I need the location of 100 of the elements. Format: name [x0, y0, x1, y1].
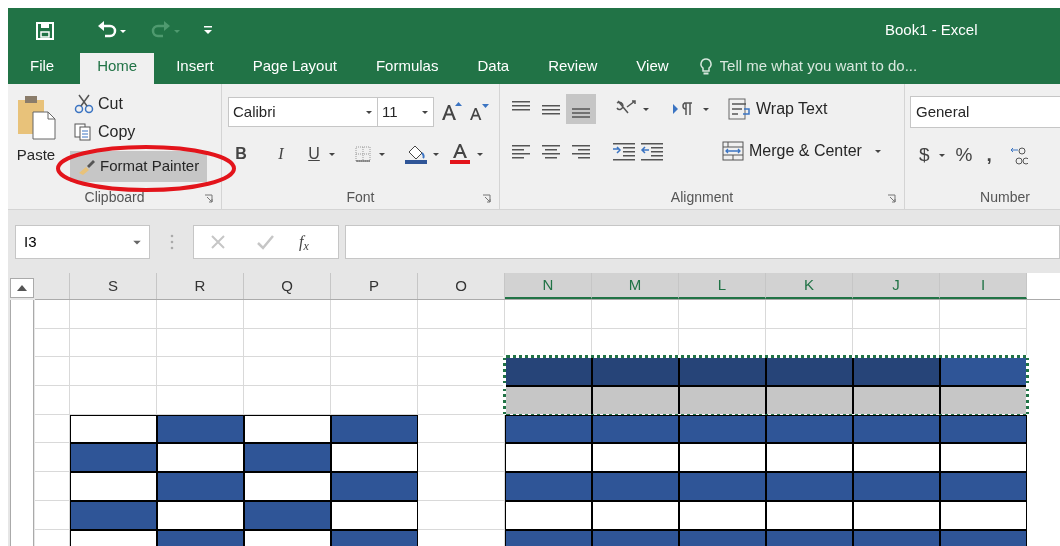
grid-cell[interactable]	[157, 300, 244, 329]
grid-cell[interactable]	[35, 357, 70, 387]
filled-cell[interactable]	[244, 443, 331, 473]
paste-button[interactable]: Paste	[16, 94, 56, 167]
tell-me-field[interactable]: Tell me what you want to do...	[719, 55, 980, 78]
grid-cell[interactable]	[244, 357, 331, 387]
filled-cell[interactable]	[592, 500, 679, 530]
underline-button[interactable]: U	[304, 142, 324, 166]
grid-cell[interactable]	[418, 300, 505, 329]
check-icon[interactable]	[256, 234, 274, 250]
filled-cell[interactable]	[244, 500, 331, 530]
insert-function-button[interactable]: f$_{x}$	[299, 230, 309, 254]
grid-cell[interactable]	[35, 328, 70, 358]
grid-cell[interactable]	[853, 300, 940, 329]
filled-cell[interactable]	[853, 414, 940, 444]
copy-button[interactable]: Copy	[74, 120, 136, 144]
filled-cell[interactable]	[157, 414, 244, 444]
ribbon-tab[interactable]: Insert	[176, 53, 214, 84]
filled-cell[interactable]	[766, 414, 853, 444]
grid-cell[interactable]	[70, 357, 157, 387]
filled-cell[interactable]	[940, 500, 1027, 530]
filled-cell[interactable]	[679, 386, 766, 415]
filled-cell[interactable]	[853, 386, 940, 415]
column-header[interactable]: L	[679, 273, 766, 299]
increase-decimal-icon[interactable]	[1009, 144, 1028, 167]
column-header[interactable]: S	[70, 273, 157, 299]
font-size-dropdown[interactable]: 11	[378, 97, 434, 127]
column-header[interactable]: K	[766, 273, 853, 299]
dialog-launcher-icon[interactable]	[204, 194, 213, 203]
wrap-text-button[interactable]: Wrap Text	[728, 97, 828, 121]
caret-icon[interactable]	[432, 150, 440, 158]
grid-cell[interactable]	[70, 328, 157, 358]
comma-button[interactable]: ,	[986, 141, 992, 170]
increase-font-size-icon[interactable]	[440, 101, 464, 123]
filled-cell[interactable]	[679, 443, 766, 473]
filled-cell[interactable]	[679, 472, 766, 501]
increase-indent-icon[interactable]	[612, 141, 636, 161]
dialog-launcher-icon[interactable]	[887, 194, 896, 203]
filled-cell[interactable]	[244, 472, 331, 501]
filled-cell[interactable]	[157, 472, 244, 501]
filled-cell[interactable]	[70, 500, 157, 530]
grid-cell[interactable]	[679, 300, 766, 329]
caret-icon[interactable]	[702, 105, 710, 113]
filled-cell[interactable]	[70, 472, 157, 501]
ribbon-tab[interactable]: Review	[548, 53, 598, 84]
align-bottom-button[interactable]	[566, 94, 596, 124]
filled-cell[interactable]	[505, 386, 592, 415]
filled-cell[interactable]	[505, 500, 592, 530]
filled-cell[interactable]	[331, 500, 418, 530]
filled-cell[interactable]	[853, 357, 940, 387]
grid-cell[interactable]	[157, 357, 244, 387]
grid-cell[interactable]	[418, 328, 505, 358]
cut-button[interactable]: Cut	[74, 92, 123, 116]
filled-cell[interactable]	[70, 414, 157, 444]
grid-cell[interactable]	[35, 386, 70, 415]
filled-cell[interactable]	[331, 472, 418, 501]
filled-cell[interactable]	[157, 443, 244, 473]
filled-cell[interactable]	[940, 386, 1027, 415]
grid-cell[interactable]	[157, 386, 244, 415]
filled-cell[interactable]	[331, 414, 418, 444]
filled-cell[interactable]	[70, 443, 157, 473]
filled-cell[interactable]	[766, 500, 853, 530]
merge-center-button[interactable]: Merge & Center	[722, 139, 862, 163]
grid-cell[interactable]	[766, 300, 853, 329]
filled-cell[interactable]	[592, 357, 679, 387]
save-icon[interactable]	[34, 20, 56, 40]
filled-cell[interactable]	[679, 414, 766, 444]
grid-cell[interactable]	[35, 300, 70, 329]
filled-cell[interactable]	[592, 414, 679, 444]
grid-cell[interactable]	[244, 386, 331, 415]
grid-cell[interactable]	[244, 328, 331, 358]
grid-cell[interactable]	[331, 357, 418, 387]
column-header[interactable]: J	[853, 273, 940, 299]
filled-cell[interactable]	[940, 443, 1027, 473]
column-header[interactable]: R	[157, 273, 244, 299]
borders-icon[interactable]	[354, 145, 372, 163]
filled-cell[interactable]	[766, 472, 853, 501]
font-name-dropdown[interactable]: Calibri	[228, 97, 378, 127]
number-format-field[interactable]: General	[910, 96, 1060, 128]
italic-button[interactable]: I	[268, 142, 294, 166]
scroll-up-button[interactable]	[9, 278, 34, 298]
caret-icon[interactable]	[937, 151, 946, 159]
filled-cell[interactable]	[505, 414, 592, 444]
filled-cell[interactable]	[592, 443, 679, 473]
grip-icon[interactable]	[170, 234, 174, 250]
font-color-icon[interactable]	[450, 143, 472, 165]
column-header[interactable]: P	[331, 273, 418, 299]
filled-cell[interactable]	[766, 386, 853, 415]
filled-cell[interactable]	[766, 443, 853, 473]
filled-cell[interactable]	[853, 443, 940, 473]
fill-color-icon[interactable]	[404, 143, 428, 165]
percent-button[interactable]: %	[955, 141, 973, 170]
grid-cell[interactable]	[157, 328, 244, 358]
grid-cell[interactable]	[331, 386, 418, 415]
decrease-font-size-icon[interactable]	[468, 101, 490, 123]
currency-button[interactable]: $	[919, 141, 930, 170]
undo-icon[interactable]	[96, 20, 128, 40]
ribbon-tab[interactable]: Data	[477, 53, 510, 84]
caret-icon[interactable]	[378, 150, 386, 158]
grid-cell[interactable]	[244, 300, 331, 329]
